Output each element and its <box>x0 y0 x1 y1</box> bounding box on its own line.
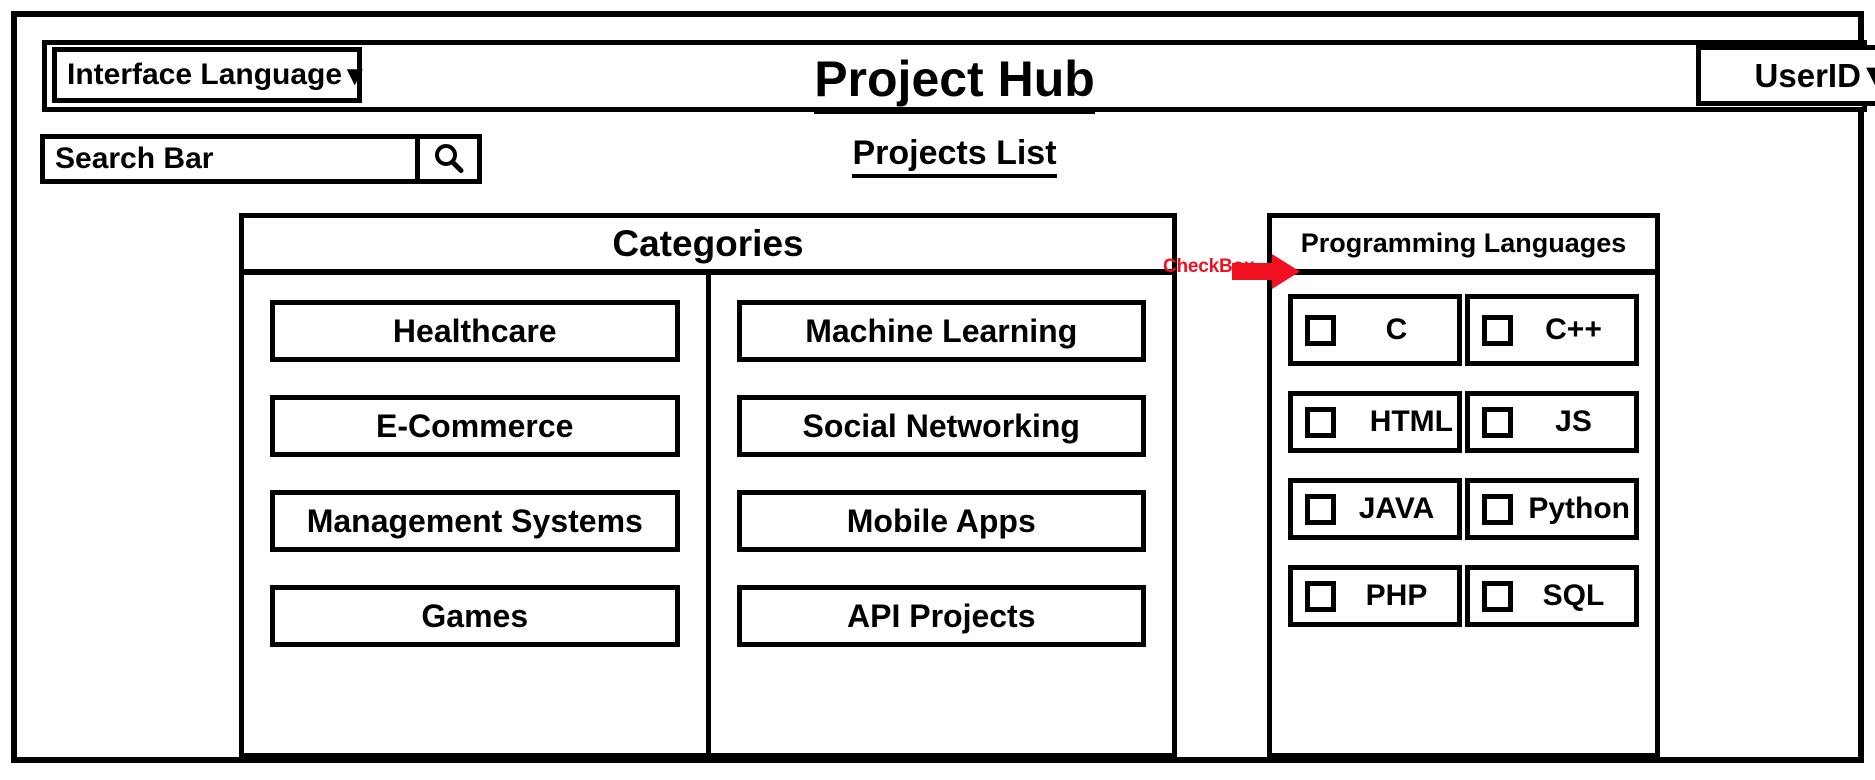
language-label: HTML <box>1369 405 1453 438</box>
language-label: Python <box>1528 492 1630 525</box>
category-item[interactable]: Machine Learning <box>736 300 1146 362</box>
interface-language-label: Interface Language <box>67 58 343 91</box>
language-option-php[interactable]: PHP <box>1288 565 1462 627</box>
language-option-js[interactable]: JS <box>1465 391 1639 453</box>
category-item[interactable]: Mobile Apps <box>736 490 1146 552</box>
category-item[interactable]: API Projects <box>736 585 1146 647</box>
categories-right-column: Machine Learning Social Networking Mobil… <box>711 275 1173 753</box>
category-item[interactable]: Social Networking <box>736 395 1146 457</box>
checkbox-icon[interactable] <box>1305 406 1336 438</box>
chevron-down-icon: ▼ <box>341 60 369 92</box>
category-label: Management Systems <box>306 502 643 539</box>
categories-panel-header: Categories <box>244 218 1172 275</box>
programming-languages-panel: Programming Languages C C++ HTML JS JAVA… <box>1267 213 1660 758</box>
language-option-python[interactable]: Python <box>1465 478 1639 540</box>
language-option-java[interactable]: JAVA <box>1288 478 1462 540</box>
category-label: Healthcare <box>392 312 557 349</box>
checkbox-icon[interactable] <box>1482 406 1513 438</box>
user-id-label: UserID <box>1754 56 1861 94</box>
category-label: Machine Learning <box>805 312 1078 349</box>
checkbox-annotation-arrow-icon <box>1232 254 1300 289</box>
category-item[interactable]: Games <box>270 585 680 647</box>
categories-panel-body: Healthcare E-Commerce Management Systems… <box>244 275 1172 753</box>
language-label: SQL <box>1542 579 1605 612</box>
checkbox-icon[interactable] <box>1482 314 1513 346</box>
checkbox-icon[interactable] <box>1305 493 1336 525</box>
language-row: HTML JS <box>1288 391 1639 453</box>
language-label: C <box>1385 313 1408 346</box>
categories-panel: Categories Healthcare E-Commerce Managem… <box>239 213 1177 758</box>
language-option-html[interactable]: HTML <box>1288 391 1462 453</box>
section-title: Projects List <box>17 134 1875 178</box>
language-label: JS <box>1555 405 1592 438</box>
language-label: JAVA <box>1358 492 1435 525</box>
checkbox-icon[interactable] <box>1482 493 1513 525</box>
programming-languages-panel-body: C C++ HTML JS JAVA Python PHP SQL <box>1272 275 1655 753</box>
window-frame: Interface Language ▼ UserID ▼ Project Hub … <box>11 11 1875 763</box>
language-option-sql[interactable]: SQL <box>1465 565 1639 627</box>
checkbox-icon[interactable] <box>1305 580 1336 612</box>
section-title-text: Projects List <box>852 134 1057 178</box>
checkbox-icon[interactable] <box>1305 314 1336 346</box>
language-row: JAVA Python <box>1288 478 1639 540</box>
category-label: Social Networking <box>802 407 1080 444</box>
categories-left-column: Healthcare E-Commerce Management Systems… <box>244 275 711 753</box>
mockup-canvas: Interface Language ▼ UserID ▼ Project Hub … <box>0 0 1875 780</box>
language-label: PHP <box>1365 579 1428 612</box>
language-option-cpp[interactable]: C++ <box>1465 294 1639 366</box>
language-label: C++ <box>1545 313 1602 346</box>
category-label: API Projects <box>846 597 1036 634</box>
user-id-dropdown[interactable]: UserID ▼ <box>1696 45 1875 106</box>
category-label: E-Commerce <box>376 407 574 444</box>
chevron-down-icon: ▼ <box>1859 59 1875 93</box>
programming-languages-header-label: Programming Languages <box>1300 228 1627 258</box>
category-item[interactable]: Healthcare <box>270 300 680 362</box>
category-item[interactable]: Management Systems <box>270 490 680 552</box>
programming-languages-panel-header: Programming Languages <box>1272 218 1655 275</box>
checkbox-icon[interactable] <box>1482 580 1513 612</box>
language-row: PHP SQL <box>1288 565 1639 627</box>
category-label: Games <box>421 597 529 634</box>
category-item[interactable]: E-Commerce <box>270 395 680 457</box>
categories-header-label: Categories <box>612 222 804 264</box>
language-option-c[interactable]: C <box>1288 294 1462 366</box>
interface-language-dropdown[interactable]: Interface Language ▼ <box>52 47 368 103</box>
category-label: Mobile Apps <box>846 502 1036 539</box>
language-row: C C++ <box>1288 294 1639 366</box>
